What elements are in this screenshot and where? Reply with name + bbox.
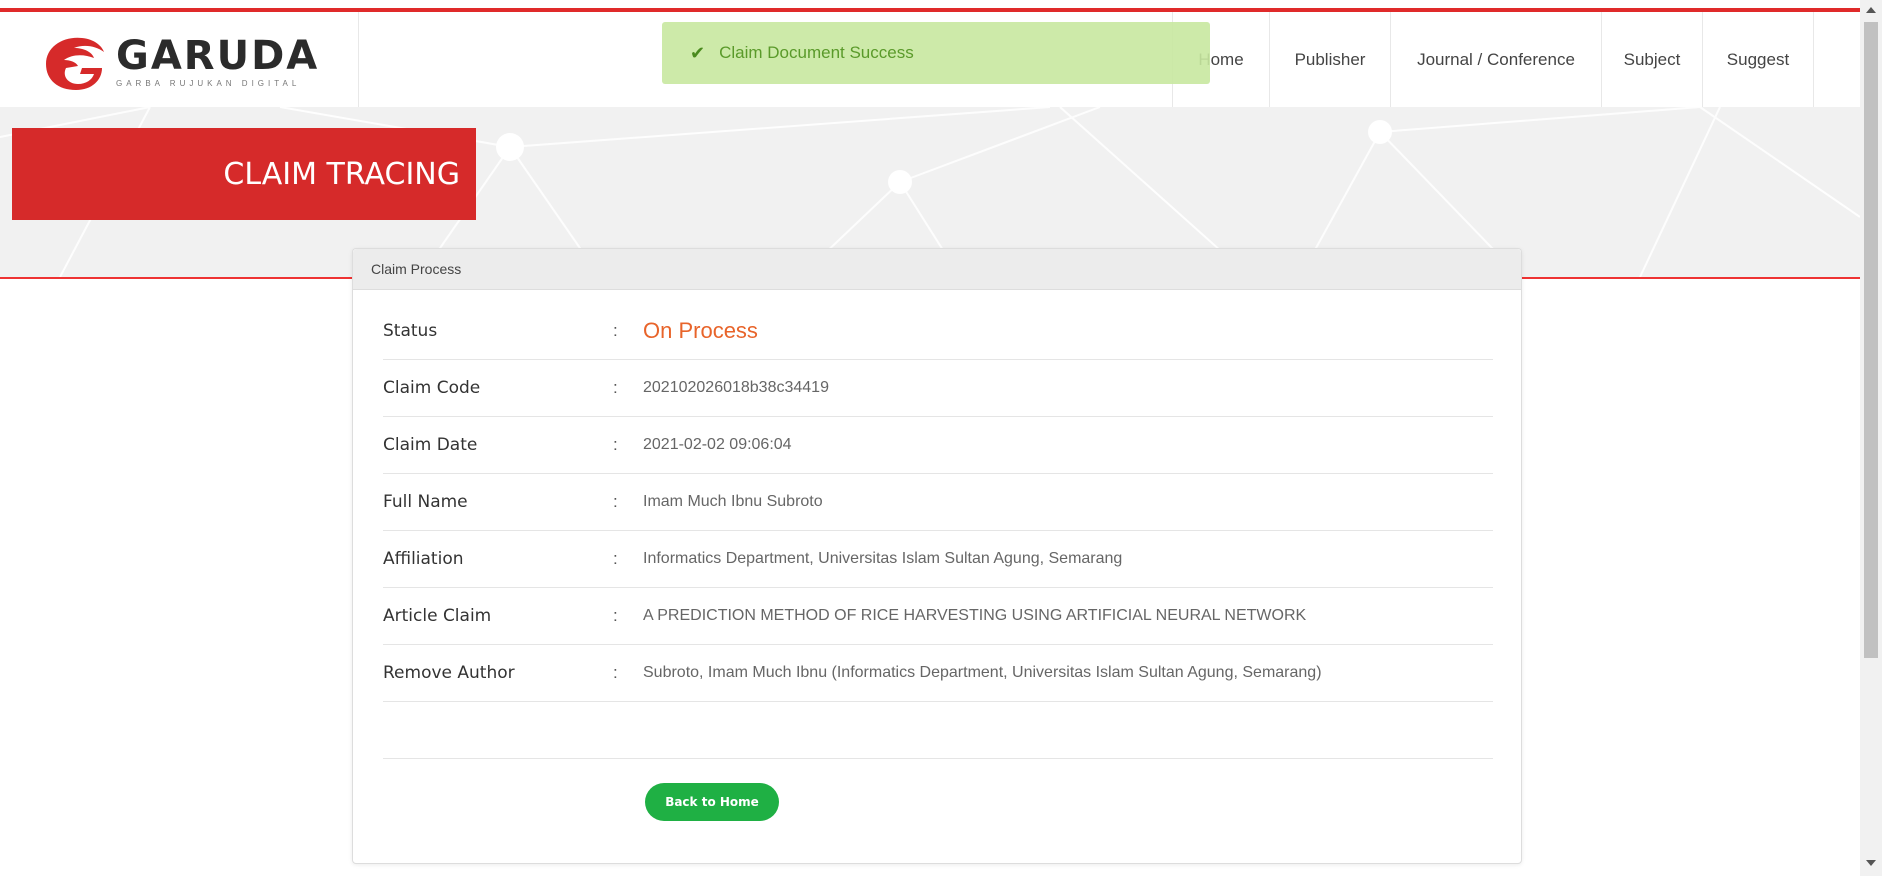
card-header: Claim Process (353, 249, 1521, 290)
page-title: CLAIM TRACING (12, 128, 476, 220)
row-remove-author: Remove Author : Subroto, Imam Much Ibnu … (383, 645, 1493, 702)
row-status: Status : On Process (383, 303, 1493, 360)
row-full-name: Full Name : Imam Much Ibnu Subroto (383, 474, 1493, 531)
row-article-claim: Article Claim : A PREDICTION METHOD OF R… (383, 588, 1493, 645)
row-colon: : (613, 321, 618, 340)
row-claim-date: Claim Date : 2021-02-02 09:06:04 (383, 417, 1493, 474)
row-colon: : (613, 606, 618, 625)
status-value: On Process (643, 318, 758, 343)
row-colon: : (613, 663, 618, 682)
scroll-thumb[interactable] (1864, 22, 1878, 658)
row-label: Article Claim (383, 606, 492, 626)
row-label: Claim Date (383, 435, 478, 455)
claim-code-value: 202102026018b38c34419 (643, 379, 829, 396)
main-nav: Home Publisher Journal / Conference Subj… (1172, 12, 1814, 107)
row-colon: : (613, 378, 618, 397)
back-to-home-button[interactable]: Back to Home (645, 783, 779, 821)
row-colon: : (613, 492, 618, 511)
nav-journal-conference[interactable]: Journal / Conference (1391, 12, 1602, 107)
scroll-down-icon[interactable] (1866, 860, 1876, 866)
nav-publisher[interactable]: Publisher (1270, 12, 1391, 107)
row-claim-code: Claim Code : 202102026018b38c34419 (383, 360, 1493, 417)
nav-subject[interactable]: Subject (1602, 12, 1703, 107)
vertical-scrollbar[interactable] (1860, 0, 1882, 876)
garuda-bird-icon (46, 37, 104, 90)
row-divider (383, 702, 1493, 759)
full-name-value: Imam Much Ibnu Subroto (643, 493, 823, 510)
affiliation-value: Informatics Department, Universitas Isla… (643, 550, 1123, 567)
toast-message: Claim Document Success (719, 43, 914, 62)
scroll-up-icon[interactable] (1866, 7, 1876, 13)
garuda-logo[interactable]: GARUDA GARBA RUJUKAN DIGITAL (40, 32, 330, 92)
nav-suggest[interactable]: Suggest (1703, 12, 1814, 107)
header-divider (358, 12, 359, 107)
brand-name: GARUDA (116, 33, 320, 79)
claim-date-value: 2021-02-02 09:06:04 (643, 436, 792, 453)
check-icon: ✔ (690, 42, 706, 63)
claim-details: Status : On Process Claim Code : 2021020… (383, 303, 1493, 759)
row-label: Affiliation (383, 549, 464, 569)
row-label: Claim Code (383, 378, 481, 398)
row-colon: : (613, 435, 618, 454)
success-toast: ✔ Claim Document Success (662, 22, 1210, 84)
claim-process-card: Claim Process Status : On Process Claim … (352, 248, 1522, 864)
row-label: Full Name (383, 492, 468, 512)
row-label: Status (383, 321, 438, 341)
row-colon: : (613, 549, 618, 568)
row-affiliation: Affiliation : Informatics Department, Un… (383, 531, 1493, 588)
article-claim-value: A PREDICTION METHOD OF RICE HARVESTING U… (643, 607, 1307, 624)
brand-tagline: GARBA RUJUKAN DIGITAL (116, 79, 301, 88)
row-label: Remove Author (383, 663, 515, 683)
remove-author-value: Subroto, Imam Much Ibnu (Informatics Dep… (643, 664, 1322, 681)
